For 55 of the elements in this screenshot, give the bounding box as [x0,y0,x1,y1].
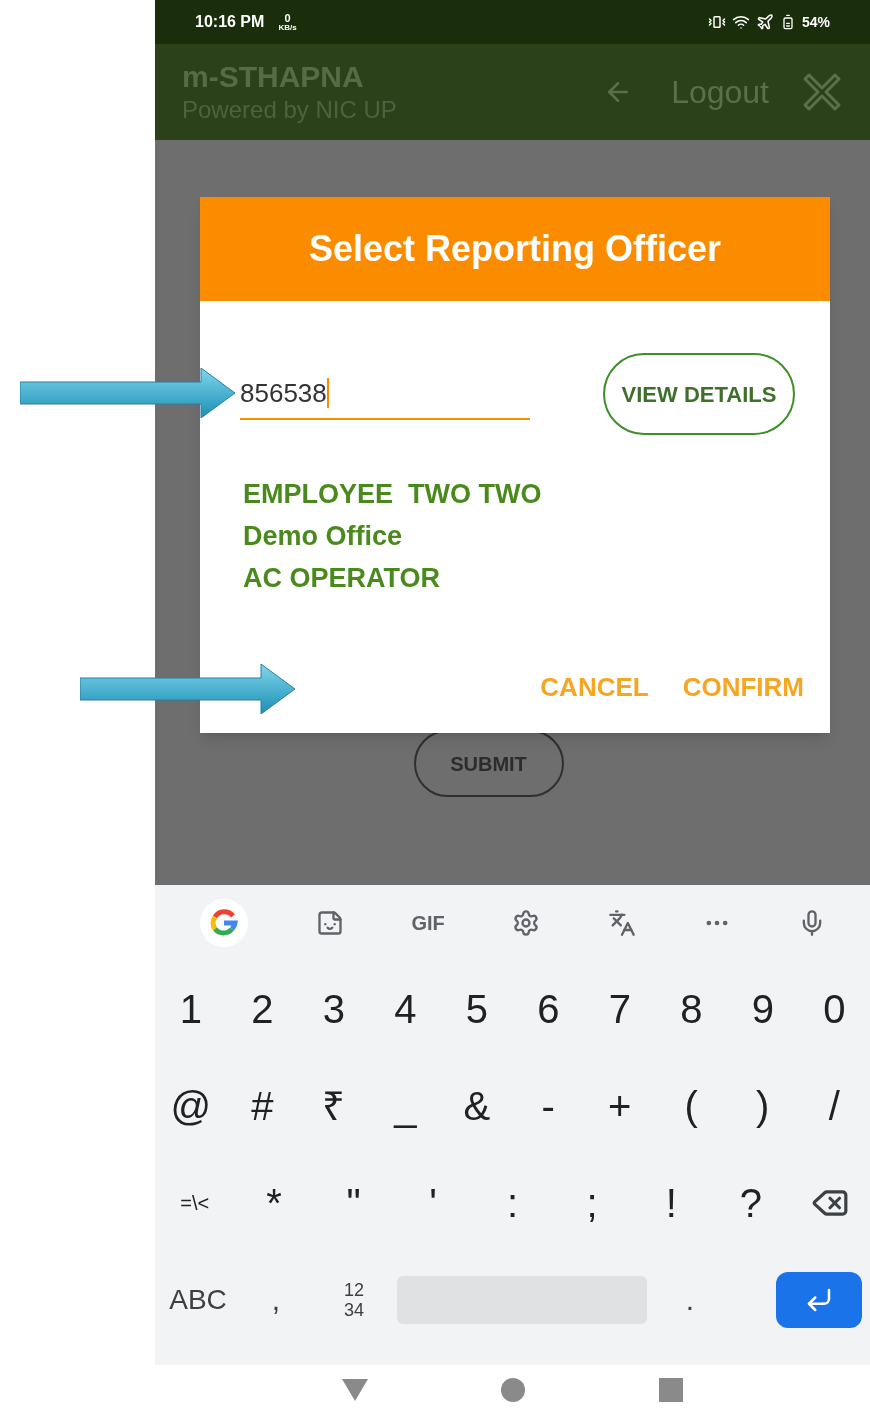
keyboard-key[interactable]: ' [393,1172,473,1233]
keyboard-key[interactable]: ₹ [298,1075,370,1136]
keyboard-key[interactable]: * [234,1172,314,1233]
keyboard-key[interactable]: ; [552,1172,632,1233]
home-circle-icon[interactable] [501,1378,526,1402]
keyboard-key[interactable]: 2 [226,978,298,1039]
google-logo-icon[interactable] [198,897,249,948]
dialog-title: Select Reporting Officer [308,227,722,271]
close-icon[interactable] [801,71,843,113]
keyboard-key[interactable]: ! [631,1172,712,1233]
keyboard-key[interactable]: 6 [512,978,584,1039]
keyboard-key[interactable]: & [441,1075,513,1136]
battery-percent: 54% [801,12,830,32]
airplane-icon [755,13,774,31]
keyboard-key[interactable]: 0 [798,978,870,1039]
status-time: 10:16 PM [195,12,265,32]
keyboard-key[interactable]: # [226,1075,298,1136]
settings-icon[interactable] [512,908,541,937]
gif-button[interactable]: GIF [411,907,445,938]
keyboard-key[interactable]: + [584,1075,656,1136]
number-pad-key[interactable]: 12 34 [319,1279,389,1320]
keyboard-key[interactable]: 8 [655,978,727,1039]
keyboard-key[interactable]: . [655,1277,725,1322]
officer-detail: Demo Office [243,520,404,553]
keyboard-key[interactable]: 4 [369,978,441,1039]
keyboard-key[interactable]: =\< [155,1187,235,1218]
keyboard-key[interactable]: 9 [727,978,799,1039]
keyboard-key[interactable]: " [313,1172,394,1233]
network-speed-value: 0 [284,12,291,24]
sticker-icon[interactable] [316,908,345,937]
translate-icon[interactable] [607,908,636,937]
network-speed-unit: KB/s [278,23,297,32]
keyboard-key[interactable]: ) [727,1075,799,1136]
officer-detail: EMPLOYEE TWO TWO [243,478,543,511]
enter-key[interactable] [776,1271,862,1328]
keyboard-key[interactable]: 5 [441,978,513,1039]
view-details-button[interactable]: VIEW DETAILS [603,353,795,435]
wifi-icon [731,13,750,31]
keyboard-key[interactable]: 7 [584,978,656,1039]
keyboard-key[interactable]: ? [711,1172,791,1233]
vibrate-icon [707,13,726,31]
officer-detail: AC OPERATOR [243,562,441,595]
keyboard-key[interactable]: / [798,1075,870,1136]
keyboard-key[interactable]: - [512,1075,584,1136]
keyboard-key[interactable]: , [241,1277,311,1322]
keyboard-key[interactable]: @ [155,1075,227,1136]
back-triangle-icon[interactable] [341,1379,368,1401]
input-field[interactable]: 856538 [240,368,530,420]
keyboard-key[interactable]: ( [655,1075,727,1136]
keyboard-key[interactable]: 1 [155,978,227,1039]
keyboard-key[interactable]: 3 [298,978,370,1039]
recents-square-icon[interactable] [659,1378,684,1402]
keyboard-key[interactable]: : [472,1172,553,1233]
keyboard-key[interactable]: ABC [163,1278,233,1321]
keyboard-key[interactable]: _ [369,1075,441,1136]
